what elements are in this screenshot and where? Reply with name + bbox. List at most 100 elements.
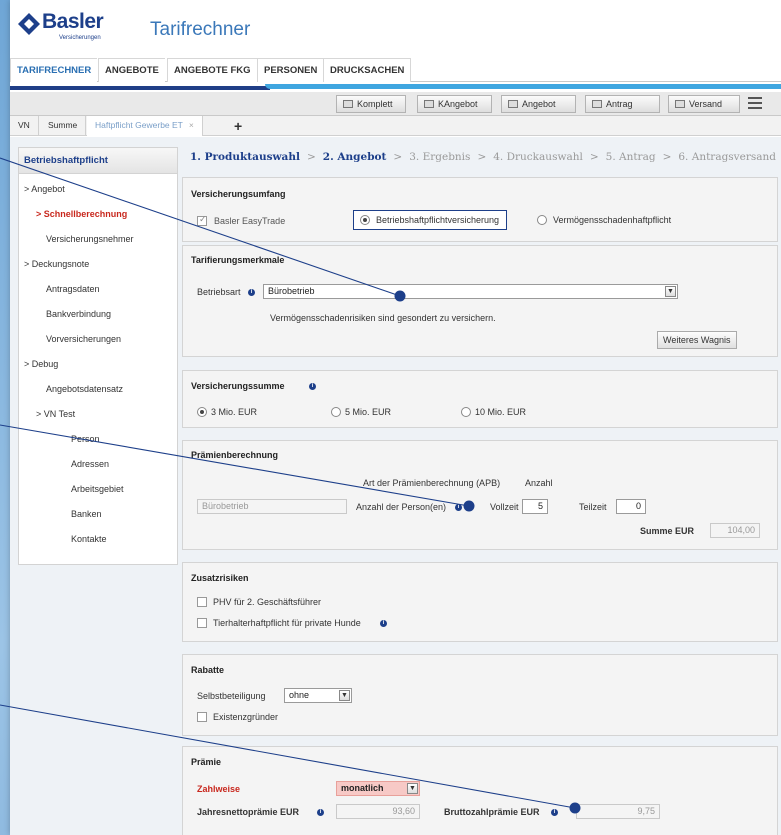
- menu-icon[interactable]: [748, 97, 762, 109]
- sidebar-item-vn-test[interactable]: > VN Test: [36, 409, 75, 419]
- sidebar-item-schnellberechnung[interactable]: > Schnellberechnung: [36, 209, 127, 219]
- komplett-button[interactable]: Komplett: [336, 95, 406, 113]
- nav-tab-angebote[interactable]: ANGEBOTE: [98, 58, 165, 82]
- subtab-haftpflicht[interactable]: Haftpflicht Gewerbe ET ×: [87, 116, 203, 136]
- summe-5mio-radio[interactable]: [331, 407, 341, 417]
- sidebar-item-antragsdaten[interactable]: Antragsdaten: [46, 284, 100, 294]
- step-angebot[interactable]: 2. Angebot: [323, 151, 387, 163]
- komplett-label: Komplett: [357, 99, 393, 109]
- header: Basler Versicherungen Tarifrechner: [10, 0, 781, 58]
- selbstbeteiligung-label: Selbstbeteiligung: [197, 691, 266, 701]
- summe-3mio-radio[interactable]: [197, 407, 207, 417]
- nav-tab-drucksachen[interactable]: DRUCKSACHEN: [323, 58, 412, 82]
- angebot-button[interactable]: Angebot: [501, 95, 576, 113]
- sidebar-item-banken[interactable]: Banken: [71, 509, 102, 519]
- betriebsart-label: Betriebsart: [197, 287, 241, 297]
- easytrade-checkbox[interactable]: [197, 214, 207, 226]
- versand-button[interactable]: Versand: [668, 95, 740, 113]
- chevron-down-icon: ▼: [339, 690, 350, 701]
- existenzgruender-checkbox[interactable]: [197, 712, 207, 722]
- info-icon[interactable]: i: [248, 289, 255, 296]
- sidebar-item-label: Deckungsnote: [31, 259, 90, 269]
- print-icon: [424, 100, 434, 108]
- sidebar-item-angebot[interactable]: > Angebot: [24, 184, 65, 194]
- panel-zusatzrisiken: Zusatzrisiken PHV für 2. Geschäftsführer…: [182, 562, 778, 642]
- selbstbeteiligung-value: ohne: [289, 690, 310, 700]
- panel-versicherungsumfang: Versicherungsumfang Basler EasyTrade Bet…: [182, 177, 778, 242]
- info-icon[interactable]: i: [309, 383, 316, 390]
- sidebar-item-versicherungsnehmer[interactable]: Versicherungsnehmer: [46, 234, 134, 244]
- betriebsart-hint: Vermögensschadenrisiken sind gesondert z…: [270, 313, 496, 323]
- selbstbeteiligung-select[interactable]: ohne ▼: [284, 688, 352, 703]
- sidebar-item-adressen[interactable]: Adressen: [71, 459, 109, 469]
- action-toolbar: Komplett KAngebot Angebot Antrag Versand: [10, 92, 781, 116]
- panel-title: Prämie: [191, 757, 222, 767]
- panel-rabatte: Rabatte Selbstbeteiligung ohne ▼ Existen…: [182, 654, 778, 736]
- info-icon[interactable]: i: [317, 809, 324, 816]
- teilzeit-input[interactable]: 0: [616, 499, 646, 514]
- info-icon[interactable]: i: [551, 809, 558, 816]
- nav-tab-tarifrechner[interactable]: TARIFRECHNER: [10, 58, 98, 82]
- vermoegensschaden-radio[interactable]: [537, 215, 547, 225]
- chevron-down-icon: ▼: [407, 783, 418, 794]
- swoosh-blue-line: [265, 84, 781, 89]
- betriebshaftpflicht-radio[interactable]: [360, 215, 370, 225]
- nav-tab-angebote-fkg[interactable]: ANGEBOTE FKG: [167, 58, 257, 82]
- sidebar-item-person[interactable]: Person: [71, 434, 100, 444]
- easytrade-label: Basler EasyTrade: [214, 216, 286, 226]
- tierhalter-checkbox[interactable]: [197, 618, 207, 628]
- sidebar-item-angebotsdatensatz[interactable]: Angebotsdatensatz: [46, 384, 123, 394]
- sidebar-item-label: Schnellberechnung: [43, 209, 128, 219]
- panel-title: Zusatzrisiken: [191, 573, 249, 583]
- step-druckauswahl[interactable]: 4. Druckauswahl: [493, 151, 583, 163]
- close-tab-icon[interactable]: ×: [189, 120, 194, 130]
- summe-10mio-radio[interactable]: [461, 407, 471, 417]
- subtab-summe[interactable]: Summe: [40, 116, 87, 136]
- sidebar-item-arbeitsgebiet[interactable]: Arbeitsgebiet: [71, 484, 124, 494]
- vollzeit-input[interactable]: 5: [522, 499, 548, 514]
- panel-tarifierungsmerkmale: Tarifierungsmerkmale Betriebsart i Bürob…: [182, 245, 778, 357]
- kangebot-button[interactable]: KAngebot: [417, 95, 492, 113]
- panel-praemienberechnung: Prämienberechnung Art der Prämienberechn…: [182, 440, 778, 550]
- subtab-haftpflicht-label: Haftpflicht Gewerbe ET: [95, 120, 183, 130]
- anzahl-header: Anzahl: [525, 478, 553, 488]
- vollzeit-label: Vollzeit: [490, 502, 519, 512]
- sidebar-item-vorversicherungen[interactable]: Vorversicherungen: [46, 334, 121, 344]
- app-window: Basler Versicherungen Tarifrechner TARIF…: [10, 0, 781, 835]
- zahlweise-label: Zahlweise: [197, 784, 241, 794]
- zahlweise-value: monatlich: [341, 783, 384, 793]
- weiteres-wagnis-button[interactable]: Weiteres Wagnis: [657, 331, 737, 349]
- betriebshaftpflicht-option[interactable]: Betriebshaftpflichtversicherung: [353, 210, 507, 230]
- sidebar-item-label: Angebot: [31, 184, 65, 194]
- sidebar-item-debug[interactable]: > Debug: [24, 359, 58, 369]
- step-ergebnis[interactable]: 3. Ergebnis: [409, 151, 470, 163]
- bruttozahlpraemie-field: 9,75: [576, 804, 660, 819]
- summe-5mio-label: 5 Mio. EUR: [345, 407, 392, 417]
- step-separator: >: [306, 151, 316, 163]
- info-icon[interactable]: i: [380, 620, 387, 627]
- subtab-vn[interactable]: VN: [10, 116, 39, 136]
- sidebar-item-deckungsnote[interactable]: > Deckungsnote: [24, 259, 89, 269]
- sidebar-item-label: Debug: [31, 359, 59, 369]
- print-icon: [592, 100, 602, 108]
- step-antragsversand[interactable]: 6. Antragsversand: [678, 151, 776, 163]
- betriebsart-select[interactable]: Bürobetrieb ▼: [263, 284, 678, 299]
- phv-checkbox[interactable]: [197, 597, 207, 607]
- zahlweise-select[interactable]: monatlich ▼: [336, 781, 420, 796]
- step-produktauswahl[interactable]: 1. Produktauswahl: [190, 151, 300, 163]
- info-icon[interactable]: i: [455, 504, 462, 511]
- betriebshaftpflicht-label: Betriebshaftpflichtversicherung: [376, 215, 500, 225]
- nav-tab-personen[interactable]: PERSONEN: [257, 58, 324, 82]
- step-antrag[interactable]: 5. Antrag: [606, 151, 656, 163]
- add-tab-icon[interactable]: +: [234, 118, 242, 134]
- print-icon: [675, 100, 685, 108]
- antrag-button[interactable]: Antrag: [585, 95, 660, 113]
- panel-title: Versicherungssumme: [191, 381, 285, 391]
- document-tabs: VN Summe Haftpflicht Gewerbe ET × +: [10, 116, 781, 136]
- sidebar-item-kontakte[interactable]: Kontakte: [71, 534, 107, 544]
- bruttozahlpraemie-label: Bruttozahlprämie EUR: [444, 807, 540, 817]
- content-area: Betriebshaftpflicht > Angebot > Schnellb…: [10, 137, 781, 835]
- sidebar-item-bankverbindung[interactable]: Bankverbindung: [46, 309, 111, 319]
- sidebar-item-label: VN Test: [43, 409, 76, 419]
- basler-logo[interactable]: Basler Versicherungen: [18, 8, 128, 48]
